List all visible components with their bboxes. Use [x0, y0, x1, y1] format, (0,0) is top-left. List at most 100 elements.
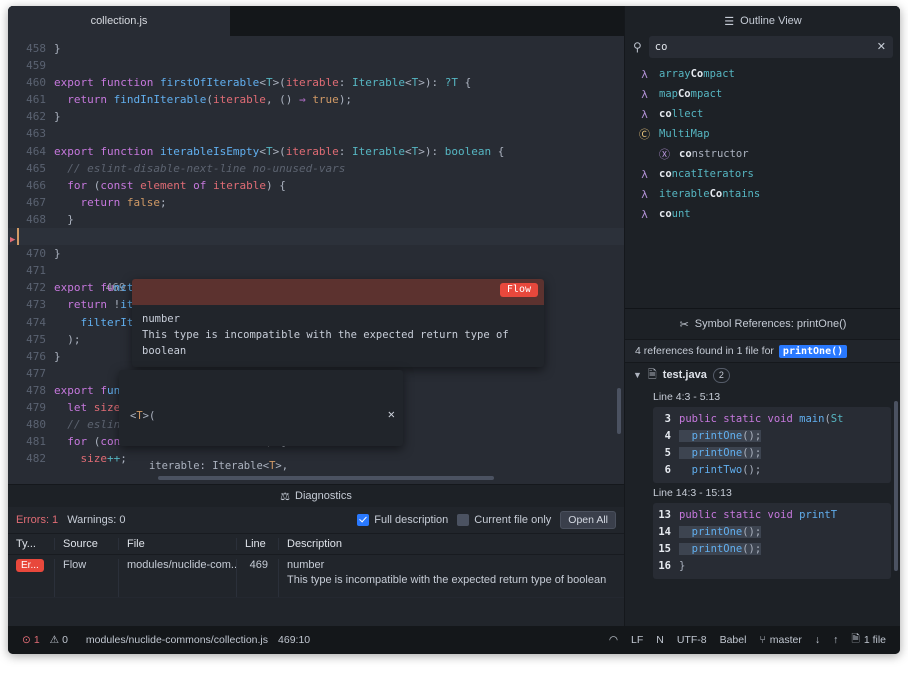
- status-line-ending[interactable]: LF: [631, 634, 643, 646]
- chevron-down-icon[interactable]: ▼: [633, 370, 642, 380]
- list-item[interactable]: Ⓧconstructor: [625, 144, 900, 164]
- list-item[interactable]: λ arrayCompact: [625, 64, 900, 84]
- current-file-only-label: Current file only: [474, 514, 552, 526]
- column-header-type[interactable]: Ty...: [8, 538, 54, 550]
- column-header-description[interactable]: Description: [278, 538, 624, 550]
- status-push-icon[interactable]: ↑: [833, 634, 838, 646]
- file-diff-icon: 🗎: [851, 633, 860, 645]
- lambda-icon: λ: [641, 187, 648, 201]
- editor-vertical-scrollbar[interactable]: [617, 388, 621, 434]
- cell-line: 469: [236, 559, 278, 597]
- warning-count-label: 0: [62, 634, 68, 646]
- symbol-references-summary: 4 references found in 1 file for printOn…: [625, 339, 900, 363]
- open-all-button[interactable]: Open All: [560, 511, 616, 529]
- close-icon[interactable]: ✕: [388, 406, 395, 423]
- code-line: 460 export function firstOfIterable<T>(it…: [8, 74, 624, 91]
- code-editor[interactable]: 458} 459 460 export function firstOfItera…: [8, 36, 624, 484]
- list-item[interactable]: λ collect: [625, 104, 900, 124]
- line-number: 481: [26, 435, 46, 449]
- list-item[interactable]: λ iterableContains: [625, 184, 900, 204]
- status-changed-files[interactable]: 🗎 1 file: [851, 631, 886, 649]
- diagnostics-title: ⚖ Diagnostics: [8, 485, 624, 507]
- symbol-name: iterableContains: [659, 188, 761, 200]
- checkbox-checked-icon: [357, 514, 370, 526]
- diagnostics-toolbar: Errors: 1 Warnings: 0 Full description C…: [8, 507, 624, 533]
- nuclide-window: collection.js 458} 459 460 export functio…: [8, 6, 900, 654]
- symbol-name: count: [659, 208, 691, 220]
- line-number: 478: [26, 383, 46, 397]
- status-error-count[interactable]: ⊙ 1: [22, 634, 40, 646]
- line-number: 16: [658, 560, 671, 572]
- code-line: 464 export function iterableIsEmpty<T>(it…: [8, 143, 624, 160]
- current-file-only-checkbox[interactable]: Current file only: [457, 514, 551, 526]
- code-line: 466 for (const element of iterable) {: [8, 177, 624, 194]
- snippet-line: 5 printOne();: [653, 445, 891, 462]
- outline-view-title: ☰ Outline View: [625, 6, 900, 36]
- tab-collection-js[interactable]: collection.js: [8, 6, 230, 36]
- search-input[interactable]: co ✕: [648, 36, 893, 58]
- diagnostics-title-label: Diagnostics: [295, 490, 352, 502]
- code-line: 458}: [8, 40, 624, 57]
- status-cursor-position[interactable]: 469:10: [278, 634, 310, 646]
- code-line: 459: [8, 57, 624, 74]
- list-item[interactable]: λ count: [625, 204, 900, 224]
- status-indent[interactable]: N: [656, 634, 664, 646]
- column-header-source[interactable]: Source: [54, 538, 118, 550]
- status-warning-count[interactable]: ⚠ 0: [50, 634, 68, 646]
- main-split: collection.js 458} 459 460 export functio…: [8, 6, 900, 627]
- status-bar-left: ⊙ 1 ⚠ 0 modules/nuclide-commons/collecti…: [8, 634, 310, 646]
- list-item[interactable]: λ mapCompact: [625, 84, 900, 104]
- status-pull-icon[interactable]: ↓: [815, 634, 820, 646]
- status-git-branch[interactable]: ⑂ master: [759, 634, 801, 646]
- status-grammar[interactable]: Babel: [720, 634, 747, 646]
- editor-pane: collection.js 458} 459 460 export functio…: [8, 6, 624, 627]
- lambda-icon: λ: [641, 87, 648, 101]
- code-line: 467 return false;: [8, 194, 624, 211]
- full-description-checkbox[interactable]: Full description: [357, 514, 448, 526]
- snippet-line: 4 printOne();: [653, 428, 891, 445]
- line-number: 459: [26, 59, 46, 73]
- line-number: 465: [26, 161, 46, 175]
- scale-icon: ⚖: [280, 490, 290, 503]
- symbol-references-scrollbar[interactable]: [894, 401, 898, 571]
- status-encoding[interactable]: UTF-8: [677, 634, 707, 646]
- tab-bar-filler: [380, 6, 624, 36]
- list-item[interactable]: λ concatIterators: [625, 164, 900, 184]
- signature-line-2: iterable: Iterable<T>,: [130, 459, 289, 472]
- description-line-1: number: [287, 559, 325, 571]
- column-header-line[interactable]: Line: [236, 538, 278, 550]
- line-number: 462: [26, 110, 46, 124]
- lambda-icon: λ: [641, 167, 648, 181]
- status-file-path[interactable]: modules/nuclide-commons/collection.js: [86, 634, 268, 646]
- code-line: 470}: [8, 245, 624, 262]
- code-line: 461 return findInIterable(iterable, () ⇒…: [8, 91, 624, 108]
- line-number: 13: [658, 509, 671, 521]
- list-item[interactable]: Ⓒ MultiMap: [625, 124, 900, 144]
- symbol-name: arrayCompact: [659, 68, 735, 80]
- reference-file-row[interactable]: ▼ 🗎 test.java 2: [625, 363, 900, 387]
- reference-snippet[interactable]: 13 public static void printT 14 printOne(…: [653, 503, 891, 579]
- line-number: 15: [658, 543, 671, 555]
- diagnostics-panel: ⚖ Diagnostics Errors: 1 Warnings: 0 Full…: [8, 484, 624, 627]
- column-header-file[interactable]: File: [118, 538, 236, 550]
- code-line: 462}: [8, 108, 624, 125]
- error-count-label: 1: [33, 634, 40, 646]
- changed-files-label: 1 file: [863, 634, 886, 646]
- symbol-name: collect: [659, 108, 704, 120]
- line-number: 476: [26, 349, 46, 363]
- tab-empty[interactable]: [230, 6, 380, 36]
- outline-view-panel: ☰ Outline View ⚲ co ✕ λ arrayCompact λ map…: [625, 6, 900, 308]
- line-number: 479: [26, 400, 46, 414]
- reference-snippet[interactable]: 3 public static void main(St 4 printOne()…: [653, 407, 891, 483]
- cell-file: modules/nuclide-com...: [118, 559, 236, 597]
- symbol-references-panel: ✂ Symbol References: printOne() 4 refere…: [625, 309, 900, 626]
- right-dock: ☰ Outline View ⚲ co ✕ λ arrayCompact λ map…: [624, 6, 900, 626]
- line-number: 460: [26, 76, 46, 90]
- checkbox-unchecked-icon: [457, 514, 470, 526]
- close-icon[interactable]: ✕: [877, 40, 886, 53]
- snippet-line: 15 printOne();: [653, 541, 891, 558]
- full-description-label: Full description: [374, 514, 449, 526]
- table-row[interactable]: Er... Flow modules/nuclide-com... 469 nu…: [8, 555, 624, 598]
- branch-label: master: [769, 634, 802, 646]
- cursor-line-marker: [17, 228, 19, 246]
